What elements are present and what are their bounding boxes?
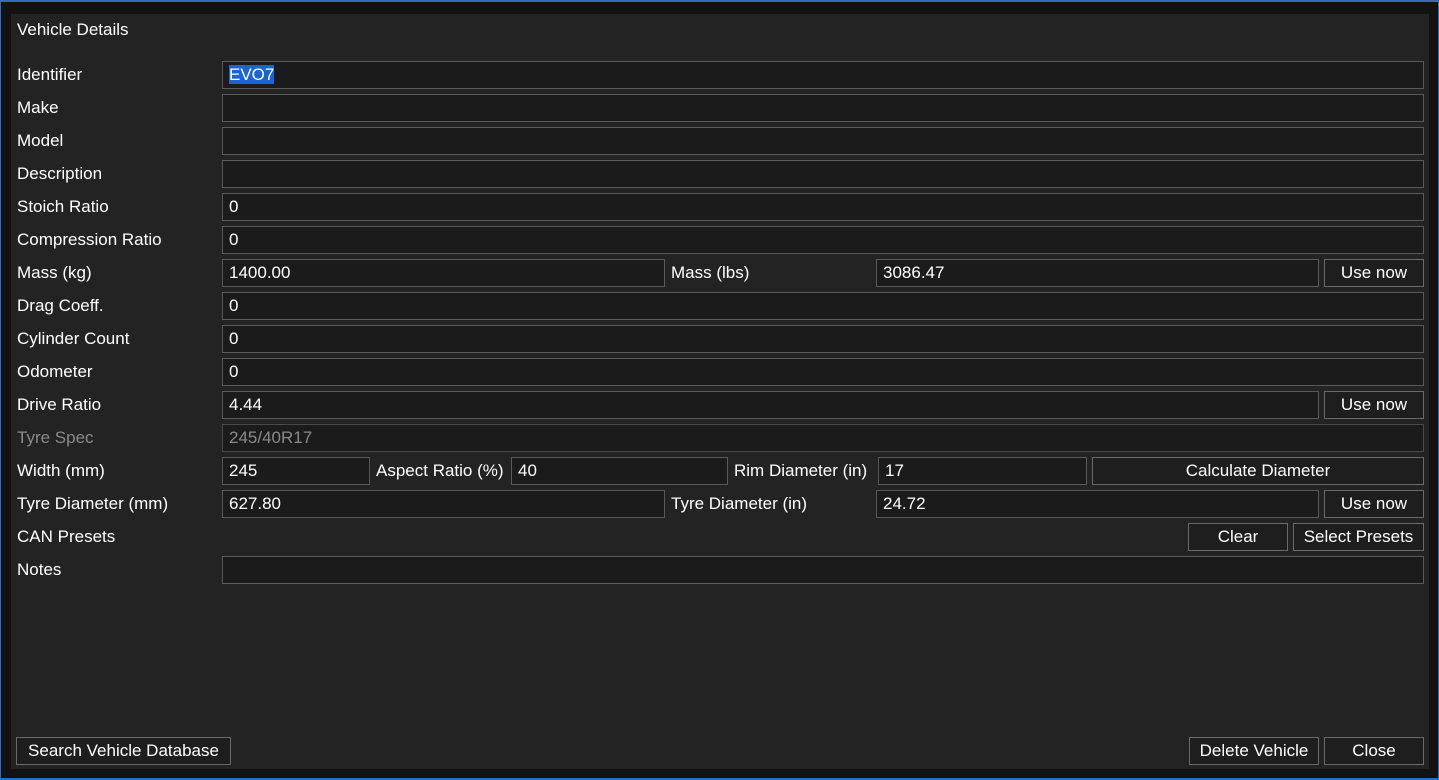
width-mm-label: Width (mm) — [17, 461, 105, 480]
can-presets-label: CAN Presets — [17, 527, 116, 546]
notes-input[interactable] — [222, 556, 1424, 584]
mass-kg-label: Mass (kg) — [17, 263, 92, 282]
tyre-diameter-in-label: Tyre Diameter (in) — [671, 494, 808, 513]
use-now-drive-ratio-button[interactable]: Use now — [1324, 391, 1424, 419]
notes-label: Notes — [17, 560, 62, 579]
compression-ratio-label: Compression Ratio — [17, 230, 162, 249]
drag-coeff-input[interactable]: 0 — [222, 292, 1424, 320]
clear-presets-button[interactable]: Clear — [1188, 523, 1288, 551]
odometer-input[interactable]: 0 — [222, 358, 1424, 386]
cylinder-count-label: Cylinder Count — [17, 329, 130, 348]
close-button[interactable]: Close — [1324, 737, 1424, 765]
dialog-title: Vehicle Details — [17, 20, 129, 39]
drive-ratio-label: Drive Ratio — [17, 395, 102, 414]
make-label: Make — [17, 98, 59, 117]
cylinder-count-input[interactable]: 0 — [222, 325, 1424, 353]
drive-ratio-input[interactable]: 4.44 — [222, 391, 1319, 419]
tyre-diameter-mm-label: Tyre Diameter (mm) — [17, 494, 169, 513]
delete-vehicle-button[interactable]: Delete Vehicle — [1189, 737, 1319, 765]
stoich-ratio-input[interactable]: 0 — [222, 193, 1424, 221]
select-presets-button[interactable]: Select Presets — [1293, 523, 1424, 551]
use-now-tyre-diameter-button[interactable]: Use now — [1324, 490, 1424, 518]
mass-lbs-label: Mass (lbs) — [671, 263, 750, 282]
description-input[interactable] — [222, 160, 1424, 188]
calculate-diameter-button[interactable]: Calculate Diameter — [1092, 457, 1424, 485]
identifier-selected-text: EVO7 — [229, 65, 275, 84]
use-now-mass-button[interactable]: Use now — [1324, 259, 1424, 287]
mass-kg-input[interactable]: 1400.00 — [222, 259, 665, 287]
make-input[interactable] — [222, 94, 1424, 122]
mass-lbs-input[interactable]: 3086.47 — [876, 259, 1319, 287]
description-label: Description — [17, 164, 103, 183]
tyre-diameter-mm-input[interactable]: 627.80 — [222, 490, 665, 518]
rim-diameter-input[interactable]: 17 — [878, 457, 1087, 485]
tyre-spec-label: Tyre Spec — [17, 428, 94, 447]
stoich-ratio-label: Stoich Ratio — [17, 197, 109, 216]
drag-coeff-label: Drag Coeff. — [17, 296, 104, 315]
rim-diameter-label: Rim Diameter (in) — [734, 461, 868, 480]
width-mm-input[interactable]: 245 — [222, 457, 370, 485]
model-input[interactable] — [222, 127, 1424, 155]
tyre-diameter-in-input[interactable]: 24.72 — [876, 490, 1319, 518]
odometer-label: Odometer — [17, 362, 93, 381]
aspect-ratio-input[interactable]: 40 — [511, 457, 728, 485]
aspect-ratio-label: Aspect Ratio (%) — [376, 461, 504, 480]
compression-ratio-input[interactable]: 0 — [222, 226, 1424, 254]
identifier-input[interactable]: EVO7 — [222, 61, 1424, 89]
tyre-spec-input: 245/40R17 — [222, 424, 1424, 452]
dialog-window: Vehicle Details Identifier EVO7 Make Mod… — [0, 0, 1439, 780]
identifier-label: Identifier — [17, 65, 83, 84]
search-vehicle-database-button[interactable]: Search Vehicle Database — [16, 737, 231, 765]
model-label: Model — [17, 131, 64, 150]
